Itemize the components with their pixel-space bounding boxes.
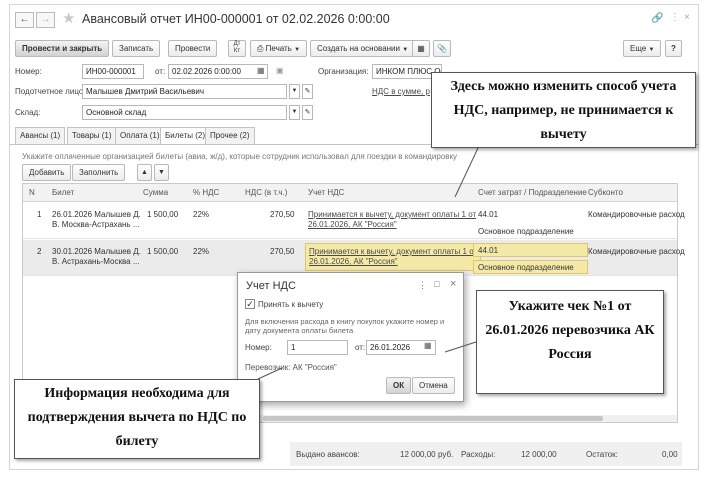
callout-receipt: Укажите чек №1 от 26.01.2026 перевозчика… [476, 290, 664, 394]
callout-line-vat-method [454, 147, 479, 198]
callout-info: Информация необходима для подтверждения … [14, 379, 260, 459]
callout-line-receipt [444, 341, 477, 353]
callout-line-info [257, 367, 283, 380]
callout-vat-method: Здесь можно изменить способ учета НДС, н… [431, 72, 696, 148]
